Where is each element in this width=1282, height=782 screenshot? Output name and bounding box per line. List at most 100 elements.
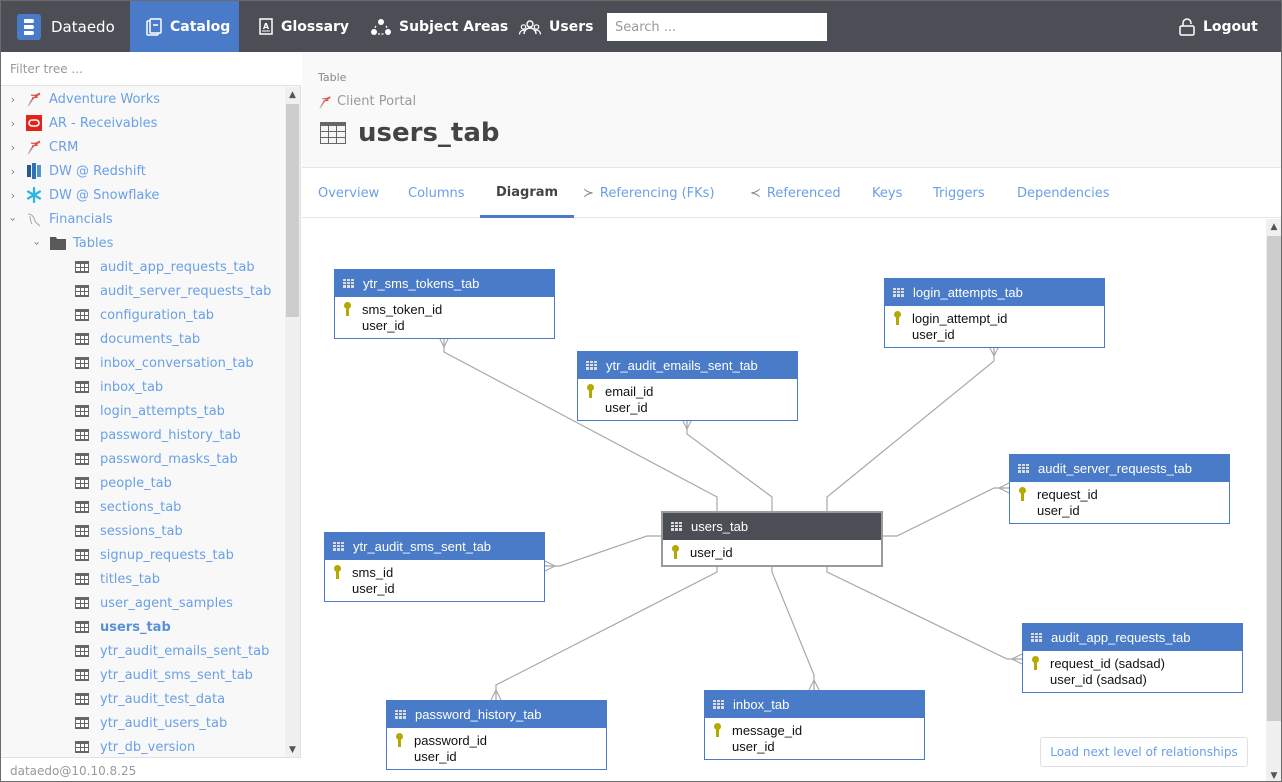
entity-name: users_tab [691,519,749,534]
tree-item-table[interactable]: user_agent_samples [73,591,233,615]
tree-label: people_tab [100,475,172,491]
tree-label: inbox_tab [100,379,164,395]
tree-item-table[interactable]: audit_server_requests_tab [73,279,271,303]
tree-item-table[interactable]: documents_tab [73,327,200,351]
diagram-scrollbar[interactable]: ▲ ▼ [1266,219,1281,781]
tree-item-table[interactable]: ytr_audit_users_tab [73,711,227,735]
tab-referencing-fks[interactable]: ≻ Referencing (FKs) [567,169,731,218]
nav-catalog[interactable]: Catalog [130,1,239,52]
nav-subject-areas[interactable]: Subject Areas [355,1,524,52]
primary-key-icon [586,384,594,398]
tab-triggers[interactable]: Triggers [917,169,1001,218]
tree-item-table[interactable]: signup_requests_tab [73,543,234,567]
brand[interactable]: Dataedo [17,14,115,40]
sql-server-icon [25,139,43,155]
tree-item-table[interactable]: audit_app_requests_tab [73,255,255,279]
sidebar: › Adventure Works › AR - Receivables › C… [1,52,301,781]
load-next-level-button[interactable]: Load next level of relationships [1040,737,1248,767]
chevron-right-icon[interactable]: › [7,165,19,178]
tree-item-dw-snowflake[interactable]: › DW @ Snowflake [7,183,159,207]
chevron-right-icon[interactable]: › [7,189,19,202]
tree-label: ytr_db_version [100,739,196,755]
entity-ytr-sms-tokens-tab[interactable]: ytr_sms_tokens_tab sms_token_id user_id [334,269,555,339]
crows-foot-mark [998,487,1010,494]
tree-item-table[interactable]: password_masks_tab [73,447,238,471]
entity-audit-app-requests-tab[interactable]: audit_app_requests_tab request_id (sadsad… [1022,623,1243,693]
tree-item-tables-folder[interactable]: › Tables [31,231,114,255]
database-name: Client Portal [337,94,417,109]
fk-in-icon: ≺ [750,186,761,201]
global-search-input[interactable] [607,13,827,41]
sidebar-scroll-thumb[interactable] [286,104,299,317]
tab-dependencies[interactable]: Dependencies [1001,169,1126,218]
tree-item-table[interactable]: password_history_tab [73,423,241,447]
filter-tree-input[interactable] [1,52,301,86]
tree-item-table[interactable]: sections_tab [73,495,181,519]
scroll-up-icon[interactable]: ▲ [285,87,300,102]
crows-foot-mark [544,560,556,567]
relationship-link[interactable] [771,558,820,691]
relationship-link[interactable] [681,418,773,511]
tree-item-table[interactable]: sessions_tab [73,519,183,543]
tab-columns[interactable]: Columns [392,169,481,218]
entity-columns: request_id (sadsad) user_id (sadsad) [1023,651,1242,692]
tree-label: Financials [49,211,113,227]
entity-ytr-audit-emails-sent-tab[interactable]: ytr_audit_emails_sent_tab email_id user_id [577,351,798,421]
tree-item-table[interactable]: ytr_audit_test_data [73,687,225,711]
table-icon [73,475,91,491]
entity-password-history-tab[interactable]: password_history_tab password_id user_id [386,700,607,770]
tree-item-table[interactable]: inbox_conversation_tab [73,351,254,375]
nav-glossary[interactable]: A Glossary [243,1,365,52]
tree-label: ytr_audit_users_tab [100,715,228,731]
entity-header: ytr_audit_emails_sent_tab [578,352,797,379]
chevron-right-icon[interactable]: › [7,117,19,130]
table-icon [73,547,91,563]
relationship-link[interactable] [544,535,661,572]
tab-keys[interactable]: Keys [856,169,918,218]
erd-diagram[interactable]: Load next level of relationships users_t… [302,219,1266,781]
chevron-right-icon[interactable]: › [7,141,19,154]
sidebar-scrollbar[interactable]: ▲ ▼ [285,87,300,757]
tab-label: Diagram [496,184,559,200]
tab-referenced[interactable]: ≺ Referenced [734,169,857,218]
tree-item-dw-redshift[interactable]: › DW @ Redshift [7,159,146,183]
tab-overview[interactable]: Overview [302,169,395,218]
tree-item-adventure-works[interactable]: › Adventure Works [7,87,160,111]
entity-ytr-audit-sms-sent-tab[interactable]: ytr_audit_sms_sent_tab sms_id user_id [324,532,545,602]
entity-inbox-tab[interactable]: inbox_tab message_id user_id [704,690,925,760]
entity-login-attempts-tab[interactable]: login_attempts_tab login_attempt_id user_i… [884,278,1105,348]
tree-item-table[interactable]: login_attempts_tab [73,399,225,423]
tree-item-crm[interactable]: › CRM [7,135,79,159]
relationship-link[interactable] [826,558,1023,665]
scroll-down-icon[interactable]: ▼ [285,742,300,757]
diagram-scroll-thumb[interactable] [1267,236,1281,721]
logout-button[interactable]: Logout [1179,1,1258,52]
entity-column: login_attempt_id [885,310,1104,326]
tab-diagram[interactable]: Diagram [480,169,575,218]
tab-label: Triggers [933,186,985,201]
tree-item-table[interactable]: ytr_db_version [73,735,195,757]
tree-item-financials[interactable]: › Financials [7,207,113,231]
nav-users[interactable]: Users [503,1,609,52]
database-link[interactable]: Client Portal [318,94,416,109]
scroll-down-icon[interactable]: ▼ [1266,768,1281,781]
chevron-down-icon[interactable]: › [7,213,20,225]
tree-item-table[interactable]: ytr_audit_emails_sent_tab [73,639,269,663]
tree-item-table[interactable]: users_tab [73,615,171,639]
chevron-down-icon[interactable]: › [31,237,44,249]
tree-item-table[interactable]: ytr_audit_sms_sent_tab [73,663,253,687]
tree-item-table[interactable]: titles_tab [73,567,160,591]
tree-item-table[interactable]: people_tab [73,471,172,495]
tree-item-ar-receivables[interactable]: › AR - Receivables [7,111,157,135]
chevron-right-icon[interactable]: › [7,93,19,106]
scroll-up-icon[interactable]: ▲ [1266,219,1281,234]
tree-label: audit_server_requests_tab [100,283,272,299]
table-icon [73,355,91,371]
tree-item-table[interactable]: configuration_tab [73,303,214,327]
relationship-link[interactable] [883,482,1010,537]
entity-users-tab[interactable]: users_tab user_id [661,511,883,567]
entity-audit-server-requests-tab[interactable]: audit_server_requests_tab request_id user_… [1009,454,1230,524]
tree-label: ytr_audit_emails_sent_tab [100,643,270,659]
relationship-link[interactable] [826,345,1000,511]
tree-item-table[interactable]: inbox_tab [73,375,163,399]
